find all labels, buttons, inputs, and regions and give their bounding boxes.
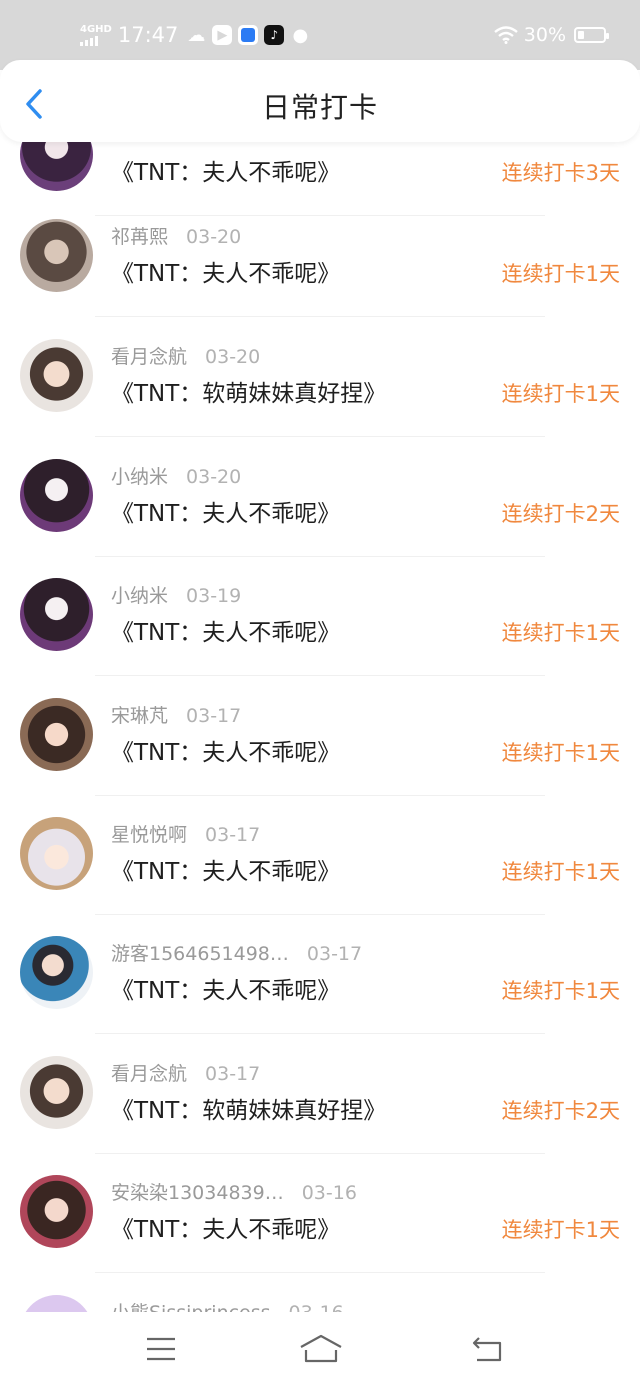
user-meta: 宋琳芃 03-17 bbox=[111, 701, 241, 728]
streak-label: 连续打卡2天 bbox=[501, 502, 620, 526]
checkin-date: 03-16 bbox=[289, 1302, 344, 1312]
checkin-date: 03-16 bbox=[301, 1182, 357, 1204]
user-meta: 星悦悦啊 03-17 bbox=[111, 820, 260, 847]
user-meta: 看月念航 03-17 bbox=[111, 1059, 260, 1086]
battery-percent: 30% bbox=[523, 24, 566, 46]
divider bbox=[95, 1033, 545, 1034]
avatar[interactable] bbox=[20, 1295, 93, 1312]
divider bbox=[95, 1272, 545, 1273]
avatar[interactable] bbox=[20, 936, 93, 1009]
streak-label: 连续打卡1天 bbox=[501, 1218, 620, 1242]
checkin-date: 03-17 bbox=[205, 824, 261, 846]
avatar[interactable] bbox=[20, 459, 93, 532]
checkin-date: 03-20 bbox=[186, 226, 242, 248]
list-item[interactable]: 宋琳芃 03-17 《TNT：夫人不乖呢》 连续打卡1天 bbox=[0, 677, 640, 796]
user-meta: 安染染13034839… 03-16 bbox=[111, 1178, 357, 1205]
checkin-date: 03-20 bbox=[186, 466, 242, 488]
divider bbox=[95, 436, 545, 437]
user-meta: 小熊Sissiprincess 03-16 bbox=[111, 1298, 344, 1312]
avatar[interactable] bbox=[20, 1175, 93, 1248]
list-item[interactable]: 小纳米 03-19 《TNT：夫人不乖呢》 连续打卡1天 bbox=[0, 557, 640, 676]
system-nav-bar bbox=[0, 1312, 640, 1387]
avatar[interactable] bbox=[20, 1056, 93, 1129]
streak-label: 连续打卡1天 bbox=[501, 979, 620, 1003]
app-notification-icon: ▶ bbox=[212, 25, 233, 45]
avatar[interactable] bbox=[20, 339, 93, 412]
list-item[interactable]: 小熊Sissiprincess 03-16 bbox=[0, 1274, 640, 1312]
user-name: 小熊Sissiprincess bbox=[111, 1302, 271, 1312]
list-item[interactable]: 游客1564651498… 03-17 《TNT：夫人不乖呢》 连续打卡1天 bbox=[0, 915, 640, 1034]
return-icon bbox=[472, 1337, 502, 1362]
checkin-date: 03-20 bbox=[205, 346, 261, 368]
user-meta: 看月念航 03-20 bbox=[111, 342, 260, 369]
app-notification-icon bbox=[238, 25, 259, 45]
streak-label: 连续打卡3天 bbox=[501, 161, 620, 185]
header: 日常打卡 bbox=[0, 60, 640, 142]
user-meta: 游客1564651498… 03-17 bbox=[111, 939, 362, 966]
book-title[interactable]: 《TNT：夫人不乖呢》 bbox=[111, 852, 340, 886]
tiktok-icon: ♪ bbox=[264, 25, 285, 45]
streak-label: 连续打卡1天 bbox=[501, 262, 620, 286]
checkin-date: 03-17 bbox=[306, 943, 363, 965]
user-name: 看月念航 bbox=[111, 346, 188, 368]
book-title[interactable]: 《TNT：软萌妹妹真好捏》 bbox=[111, 1091, 386, 1125]
battery-icon bbox=[574, 27, 609, 43]
streak-label: 连续打卡1天 bbox=[501, 741, 620, 765]
user-name: 祁苒熙 bbox=[111, 226, 169, 248]
list-item[interactable]: 小纳米 03-20 《TNT：夫人不乖呢》 连续打卡2天 bbox=[0, 438, 640, 557]
user-meta: 小纳米 03-20 bbox=[111, 462, 241, 489]
user-meta: 小纳米 03-19 bbox=[111, 581, 241, 608]
menu-button[interactable] bbox=[141, 1332, 181, 1366]
streak-label: 连续打卡1天 bbox=[501, 382, 620, 406]
checkin-date: 03-17 bbox=[205, 1063, 261, 1085]
home-icon bbox=[300, 1334, 342, 1363]
user-name: 看月念航 bbox=[111, 1063, 188, 1085]
book-title[interactable]: 《TNT：夫人不乖呢》 bbox=[111, 153, 340, 187]
book-title[interactable]: 《TNT：夫人不乖呢》 bbox=[111, 1210, 340, 1244]
user-name: 小纳米 bbox=[111, 466, 169, 488]
network-indicator: 4GHD bbox=[80, 23, 112, 46]
status-time: 17:47 bbox=[117, 23, 179, 47]
list-item[interactable]: 祁苒熙 03-20 《TNT：夫人不乖呢》 连续打卡1天 bbox=[0, 198, 640, 317]
list-item[interactable]: 安染染13034839… 03-16 《TNT：夫人不乖呢》 连续打卡1天 bbox=[0, 1154, 640, 1273]
network-label: 4GHD bbox=[80, 23, 112, 35]
book-title[interactable]: 《TNT：夫人不乖呢》 bbox=[111, 613, 340, 647]
user-name: 宋琳芃 bbox=[111, 705, 169, 727]
avatar[interactable] bbox=[20, 817, 93, 890]
book-title[interactable]: 《TNT：夫人不乖呢》 bbox=[111, 254, 340, 288]
user-meta: 祁苒熙 03-20 bbox=[111, 222, 241, 249]
message-icon: ● bbox=[292, 24, 309, 46]
book-title[interactable]: 《TNT：软萌妹妹真好捏》 bbox=[111, 374, 386, 408]
book-title[interactable]: 《TNT：夫人不乖呢》 bbox=[111, 971, 340, 1005]
list-item[interactable]: 看月念航 03-17 《TNT：软萌妹妹真好捏》 连续打卡2天 bbox=[0, 1035, 640, 1154]
user-name: 星悦悦啊 bbox=[111, 824, 188, 846]
streak-label: 连续打卡1天 bbox=[501, 621, 620, 645]
status-right: 30% bbox=[494, 22, 609, 48]
user-name: 安染染13034839… bbox=[111, 1182, 284, 1204]
list-item[interactable]: 看月念航 03-20 《TNT：软萌妹妹真好捏》 连续打卡1天 bbox=[0, 318, 640, 437]
wifi-icon bbox=[494, 26, 518, 44]
avatar[interactable] bbox=[20, 698, 93, 771]
list-item[interactable]: 星悦悦啊 03-17 《TNT：夫人不乖呢》 连续打卡1天 bbox=[0, 796, 640, 915]
checkin-date: 03-19 bbox=[186, 585, 242, 607]
user-name: 小纳米 bbox=[111, 585, 169, 607]
avatar[interactable] bbox=[20, 578, 93, 651]
divider bbox=[95, 675, 545, 676]
checkin-list[interactable]: 《TNT：夫人不乖呢》 连续打卡3天 祁苒熙 03-20 《TNT：夫人不乖呢》 … bbox=[0, 0, 640, 1312]
signal-icon bbox=[80, 35, 98, 46]
wechat-icon: ☁ bbox=[187, 24, 206, 46]
page-title: 日常打卡 bbox=[261, 91, 378, 124]
divider bbox=[95, 316, 545, 317]
avatar[interactable] bbox=[20, 219, 93, 292]
back-nav-button[interactable] bbox=[468, 1332, 508, 1366]
menu-icon bbox=[147, 1337, 175, 1361]
streak-label: 连续打卡1天 bbox=[501, 860, 620, 884]
book-title[interactable]: 《TNT：夫人不乖呢》 bbox=[111, 733, 340, 767]
user-name: 游客1564651498… bbox=[111, 943, 289, 965]
book-title[interactable]: 《TNT：夫人不乖呢》 bbox=[111, 494, 340, 528]
home-button[interactable] bbox=[298, 1332, 344, 1366]
status-left: 4GHD 17:47 ☁ ▶ ♪ ● bbox=[80, 22, 316, 48]
streak-label: 连续打卡2天 bbox=[501, 1099, 620, 1123]
checkin-date: 03-17 bbox=[186, 705, 242, 727]
